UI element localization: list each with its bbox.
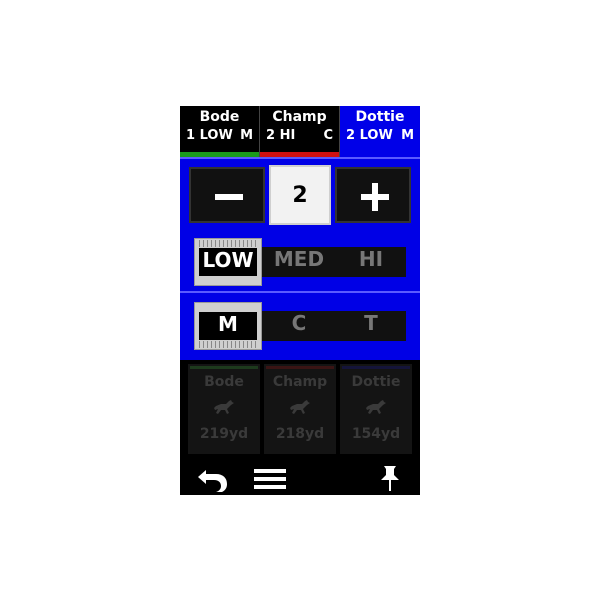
- pushpin-icon: [381, 466, 399, 491]
- divider: [180, 157, 420, 159]
- tab-info: 1 LOW M: [186, 128, 253, 143]
- back-arrow-icon: [198, 470, 227, 492]
- pin-button[interactable]: [370, 464, 410, 494]
- tab-count-level: 2 LOW: [346, 128, 393, 143]
- decrease-button[interactable]: [189, 167, 265, 223]
- tab-level: LOW: [199, 128, 233, 143]
- slider-grip: [199, 341, 257, 348]
- back-button[interactable]: [192, 464, 232, 494]
- dog-card-champ[interactable]: Champ 218yd: [264, 364, 336, 454]
- level-option-hi[interactable]: HI: [336, 247, 406, 277]
- mode-option-t[interactable]: T: [336, 311, 406, 341]
- divider: [180, 291, 420, 293]
- dog-running-icon: [366, 400, 386, 414]
- mode-selector: M C T: [194, 302, 406, 350]
- stepper-value: 2: [269, 165, 331, 225]
- card-color-bar: [342, 366, 410, 369]
- tab-mode: C: [323, 128, 333, 143]
- tab-info: 2 LOW M: [346, 128, 414, 143]
- mode-option-c[interactable]: C: [264, 311, 334, 341]
- tab-count: 2: [266, 128, 276, 143]
- tab-name: Dottie: [355, 109, 405, 125]
- dog-name: Champ: [272, 374, 328, 390]
- dog-cards: Bode 219yd Champ 218yd Dottie 154yd: [180, 360, 420, 460]
- bottom-toolbar: [180, 460, 420, 495]
- tab-dottie[interactable]: Dottie 2 LOW M: [340, 106, 420, 157]
- increase-button[interactable]: [335, 167, 411, 223]
- level-option-low[interactable]: LOW: [194, 238, 262, 286]
- level-selector: LOW MED HI: [194, 238, 406, 286]
- tab-name: Champ: [272, 109, 327, 125]
- mode-option-m[interactable]: M: [194, 302, 262, 350]
- dog-tabs: Bode 1 LOW M Champ 2 HI C Dottie 2 LOW M: [180, 106, 420, 157]
- dog-distance: 218yd: [275, 426, 325, 442]
- card-color-bar: [190, 366, 258, 369]
- dog-distance: 219yd: [199, 426, 249, 442]
- tab-count: 2: [346, 128, 356, 143]
- tab-count-level: 2 HI: [266, 128, 295, 143]
- tab-mode: M: [240, 128, 253, 143]
- dog-name: Bode: [204, 374, 244, 390]
- dog-running-icon: [290, 400, 310, 414]
- dog-card-bode[interactable]: Bode 219yd: [188, 364, 260, 454]
- tab-champ[interactable]: Champ 2 HI C: [260, 106, 340, 157]
- tab-info: 2 HI C: [266, 128, 333, 143]
- card-color-bar: [266, 366, 334, 369]
- device-screen: Bode 1 LOW M Champ 2 HI C Dottie 2 LOW M: [180, 106, 420, 495]
- tab-level: LOW: [359, 128, 393, 143]
- menu-button[interactable]: [250, 464, 290, 494]
- dog-distance: 154yd: [351, 426, 401, 442]
- tab-level: HI: [279, 128, 296, 143]
- dog-name: Dottie: [351, 374, 401, 390]
- dog-card-dottie[interactable]: Dottie 154yd: [340, 364, 412, 454]
- level-label: LOW: [199, 248, 257, 276]
- dog-running-icon: [214, 400, 234, 414]
- tab-mode: M: [401, 128, 414, 143]
- mode-label: M: [199, 312, 257, 340]
- tab-bode[interactable]: Bode 1 LOW M: [180, 106, 260, 157]
- tab-count-level: 1 LOW: [186, 128, 233, 143]
- control-panel: 2 LOW MED HI M C T: [180, 157, 420, 360]
- tab-name: Bode: [199, 109, 240, 125]
- menu-icon: [254, 469, 286, 489]
- tab-count: 1: [186, 128, 196, 143]
- level-option-med[interactable]: MED: [264, 247, 334, 277]
- slider-grip: [199, 240, 257, 247]
